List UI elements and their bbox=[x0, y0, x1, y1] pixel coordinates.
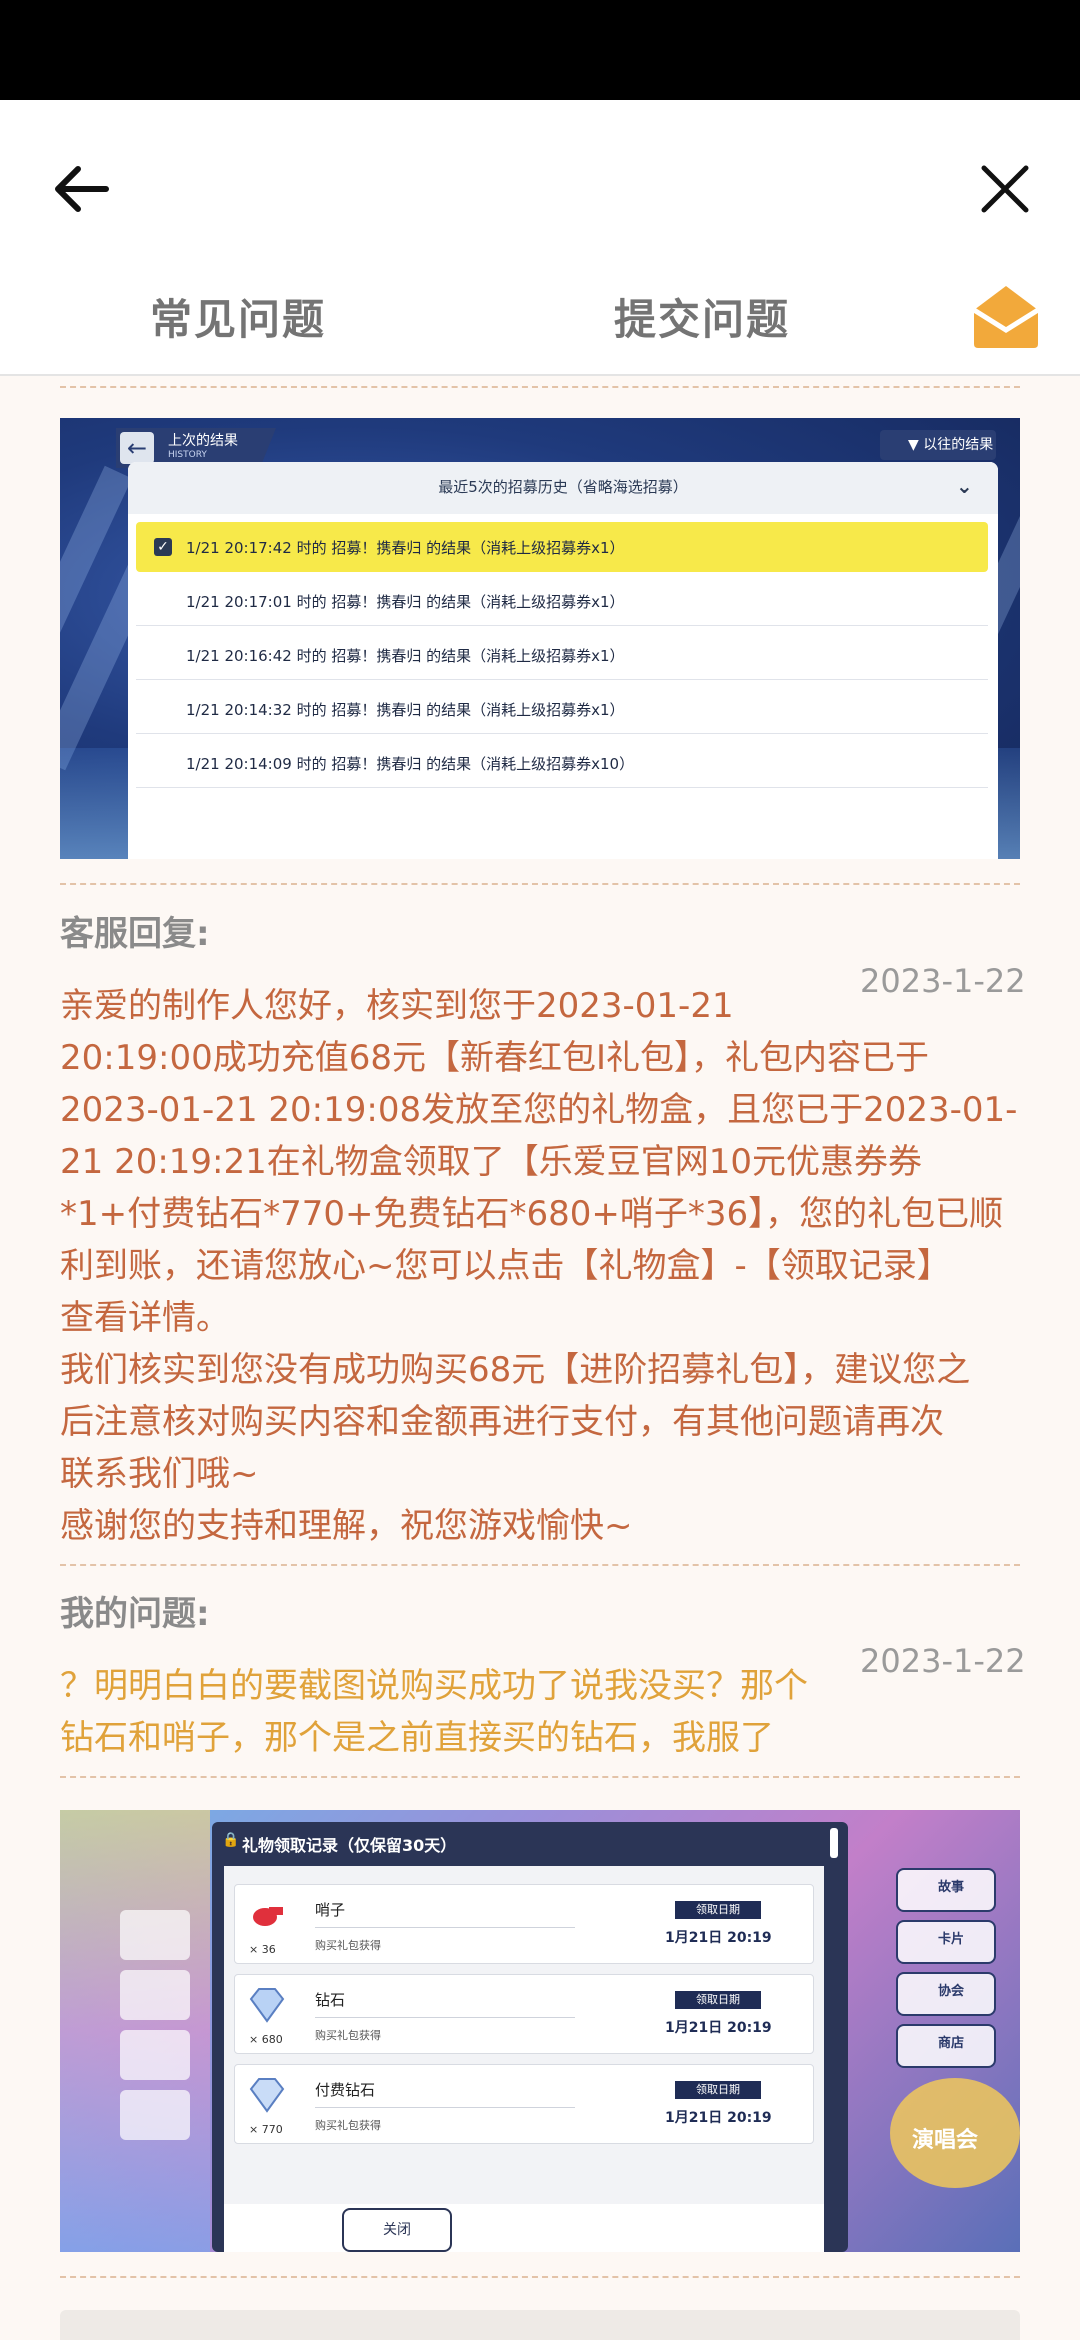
paid-diamond-icon bbox=[249, 2078, 285, 2113]
history-header-title: 上次的结果 bbox=[168, 433, 238, 449]
history-row-text: 1/21 20:14:09 时的 招募！携春归 的结果（消耗上级招募券x10） bbox=[186, 755, 635, 773]
divider bbox=[60, 1564, 1020, 1566]
item-date: 1月21日 20:19 bbox=[665, 1930, 772, 1946]
whistle-icon bbox=[253, 1907, 283, 1926]
menu-card: 卡片 bbox=[896, 1920, 996, 1964]
mail-icon bbox=[972, 286, 1040, 348]
menu-society: 协会 bbox=[896, 1972, 996, 2016]
question-message: ？明明白白的要截图说购买成功了说我没买？那个 钻石和哨子，那个是之前直接买的钻石… bbox=[60, 1666, 808, 1758]
reply-label: 客服回复: bbox=[60, 914, 210, 954]
lock-icon: 🔒 bbox=[222, 1832, 240, 1848]
item-source: 购买礼包获得 bbox=[315, 2029, 381, 2042]
gift-item: × 770 付费钻石 购买礼包获得 领取日期 1月21日 20:19 bbox=[234, 2064, 814, 2144]
history-row: 1/21 20:16:42 时的 招募！携春归 的结果（消耗上级招募券x1） bbox=[136, 630, 988, 680]
item-qty: × 770 bbox=[249, 2123, 283, 2136]
history-row-text: 1/21 20:16:42 时的 招募！携春归 的结果（消耗上级招募券x1） bbox=[186, 647, 625, 665]
past-results-label: ▼ 以往的结果 bbox=[908, 437, 994, 453]
chevron-down-icon: ⌄ bbox=[956, 474, 973, 498]
mail-button[interactable] bbox=[968, 280, 1044, 352]
dialog-close-button: 关闭 bbox=[342, 2208, 452, 2252]
attachment-recruit-history[interactable]: ← 上次的结果 HISTORY ▼ 以往的结果 最近5次的招募历史（省略海选招募… bbox=[60, 418, 1020, 859]
concert-badge: 演唱会 bbox=[890, 2078, 1020, 2188]
close-icon bbox=[981, 165, 1029, 213]
item-qty: × 36 bbox=[249, 1943, 276, 1956]
item-source: 购买礼包获得 bbox=[315, 2119, 381, 2132]
reply-message: 亲爱的制作人您好，核实到您于2023-01-21 20:19:00成功充值68元… bbox=[60, 986, 1018, 1546]
gift-item: × 36 哨子 购买礼包获得 领取日期 1月21日 20:19 bbox=[234, 1884, 814, 1964]
gift-item: × 680 钻石 购买礼包获得 领取日期 1月21日 20:19 bbox=[234, 1974, 814, 2054]
item-date: 1月21日 20:19 bbox=[665, 2110, 772, 2126]
dialog-title: 礼物领取记录（仅保留30天） bbox=[242, 1836, 457, 1855]
attachment-gift-record[interactable]: 故事 卡片 协会 商店 演唱会 🔒 礼物领取记录（仅保留30天） × 36 哨子… bbox=[60, 1810, 1020, 2252]
question-label: 我的问题: bbox=[60, 1594, 210, 1634]
history-row: 1/21 20:14:09 时的 招募！携春归 的结果（消耗上级招募券x10） bbox=[136, 738, 988, 788]
conversation-content[interactable]: ← 上次的结果 HISTORY ▼ 以往的结果 最近5次的招募历史（省略海选招募… bbox=[0, 376, 1080, 2340]
item-name: 哨子 bbox=[315, 1901, 346, 1919]
panel-title: 最近5次的招募历史（省略海选招募） bbox=[438, 478, 688, 496]
recruit-history-panel: 最近5次的招募历史（省略海选招募） ⌄ ✓ 1/21 20:17:42 时的 招… bbox=[128, 462, 998, 859]
arrow-left-icon: ← bbox=[120, 432, 154, 464]
item-source: 购买礼包获得 bbox=[315, 1939, 381, 1952]
divider bbox=[60, 1776, 1020, 1778]
divider bbox=[60, 386, 1020, 388]
checkbox-icon: ✓ bbox=[154, 538, 172, 556]
history-row: ✓ 1/21 20:17:42 时的 招募！携春归 的结果（消耗上级招募券x1） bbox=[136, 522, 988, 572]
tab-submit[interactable]: 提交问题 bbox=[614, 286, 790, 347]
history-row-text: 1/21 20:14:32 时的 招募！携春归 的结果（消耗上级招募券x1） bbox=[186, 701, 625, 719]
menu-story: 故事 bbox=[896, 1868, 996, 1912]
date-tag: 领取日期 bbox=[675, 1901, 761, 1919]
divider bbox=[60, 2276, 1020, 2278]
scrollbar bbox=[830, 1828, 838, 1858]
history-row-text: 1/21 20:17:42 时的 招募！携春归 的结果（消耗上级招募券x1） bbox=[186, 539, 625, 557]
menu-shop: 商店 bbox=[896, 2024, 996, 2068]
history-header-sub: HISTORY bbox=[168, 450, 207, 460]
item-name: 付费钻石 bbox=[315, 2081, 376, 2099]
item-name: 钻石 bbox=[315, 1991, 346, 2009]
history-row-text: 1/21 20:17:01 时的 招募！携春归 的结果（消耗上级招募券x1） bbox=[186, 593, 625, 611]
date-tag: 领取日期 bbox=[675, 2081, 761, 2099]
date-tag: 领取日期 bbox=[675, 1991, 761, 2009]
tab-faq[interactable]: 常见问题 bbox=[150, 286, 326, 347]
history-row: 1/21 20:17:01 时的 招募！携春归 的结果（消耗上级招募券x1） bbox=[136, 576, 988, 626]
status-bar bbox=[0, 0, 1080, 100]
back-button[interactable] bbox=[48, 154, 118, 224]
gift-record-dialog: 🔒 礼物领取记录（仅保留30天） × 36 哨子 购买礼包获得 领取日期 1月2… bbox=[212, 1822, 848, 2252]
next-message-card bbox=[60, 2310, 1020, 2340]
history-row: 1/21 20:14:32 时的 招募！携春归 的结果（消耗上级招募券x1） bbox=[136, 684, 988, 734]
top-bar: 常见问题 提交问题 bbox=[0, 100, 1080, 376]
divider bbox=[60, 883, 1020, 885]
arrow-left-icon bbox=[55, 166, 109, 212]
item-date: 1月21日 20:19 bbox=[665, 2020, 772, 2036]
close-button[interactable] bbox=[970, 154, 1040, 224]
diamond-icon bbox=[249, 1988, 285, 2023]
item-qty: × 680 bbox=[249, 2033, 283, 2046]
